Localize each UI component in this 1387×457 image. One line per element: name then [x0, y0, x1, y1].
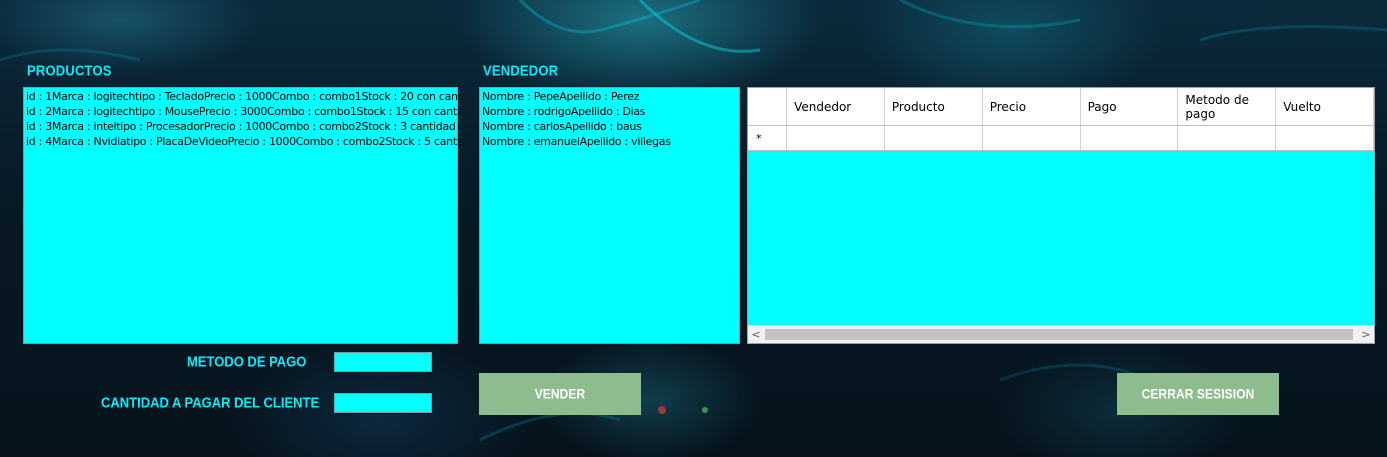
cerrar-sesion-button[interactable]: CERRAR SESISION — [1117, 373, 1279, 415]
list-item[interactable]: Nombre : rodrigoApellido : Dias — [482, 104, 737, 119]
vender-button-label: VENDER — [534, 385, 586, 403]
table-cell[interactable] — [1276, 126, 1374, 150]
cerrar-sesion-button-label: CERRAR SESISION — [1141, 385, 1255, 403]
scroll-right-icon[interactable]: > — [1358, 326, 1374, 343]
vendedor-listbox[interactable]: Nombre : PepeApellido : Perez Nombre : r… — [479, 87, 740, 344]
vendedor-title: VENDEDOR — [483, 61, 559, 80]
ventas-grid[interactable]: Vendedor Producto Precio Pago Metodo de … — [747, 87, 1375, 344]
productos-title: PRODUCTOS — [27, 61, 112, 80]
metodo-de-pago-label: METODO DE PAGO — [187, 352, 307, 371]
table-cell[interactable] — [1081, 126, 1179, 150]
table-cell[interactable] — [885, 126, 983, 150]
cantidad-a-pagar-input[interactable] — [334, 393, 432, 413]
list-item[interactable]: id : 4Marca : Nvidiatipo : PlacaDeVideoP… — [26, 134, 457, 149]
column-header-vuelto[interactable]: Vuelto — [1276, 88, 1374, 125]
column-header-metodo-de-pago[interactable]: Metodo de pago — [1178, 88, 1277, 125]
list-item[interactable]: id : 1Marca : logitechtipo : TecladoPrec… — [26, 89, 457, 104]
table-cell[interactable] — [787, 126, 886, 150]
list-item[interactable]: Nombre : carlosApellido : baus — [482, 119, 737, 134]
list-item[interactable]: Nombre : emanuelApellido : villegas — [482, 134, 737, 149]
table-cell[interactable] — [983, 126, 1081, 150]
cantidad-a-pagar-label: CANTIDAD A PAGAR DEL CLIENTE — [101, 393, 320, 412]
scrollbar-thumb[interactable] — [765, 329, 1353, 340]
list-item[interactable]: id : 3Marca : inteltipo : ProcesadorPrec… — [26, 119, 456, 134]
vender-button[interactable]: VENDER — [479, 373, 641, 415]
column-header-pago[interactable]: Pago — [1081, 88, 1179, 125]
new-row-marker[interactable]: * — [748, 126, 788, 150]
table-row-new[interactable]: * — [748, 126, 1374, 151]
column-header-vendedor[interactable]: Vendedor — [787, 88, 885, 125]
list-item[interactable]: Nombre : PepeApellido : Perez — [482, 89, 737, 104]
list-item[interactable]: id : 2Marca : logitechtipo : MousePrecio… — [26, 104, 457, 119]
grid-header: Vendedor Producto Precio Pago Metodo de … — [748, 88, 1374, 126]
grid-corner[interactable] — [748, 88, 788, 125]
productos-listbox[interactable]: id : 1Marca : logitechtipo : TecladoPrec… — [23, 87, 458, 344]
scroll-left-icon[interactable]: < — [748, 326, 764, 343]
table-cell[interactable] — [1178, 126, 1277, 150]
column-header-precio[interactable]: Precio — [983, 88, 1081, 125]
metodo-de-pago-input[interactable] — [334, 352, 432, 372]
column-header-producto[interactable]: Producto — [885, 88, 983, 125]
horizontal-scrollbar[interactable]: < > — [748, 325, 1374, 343]
